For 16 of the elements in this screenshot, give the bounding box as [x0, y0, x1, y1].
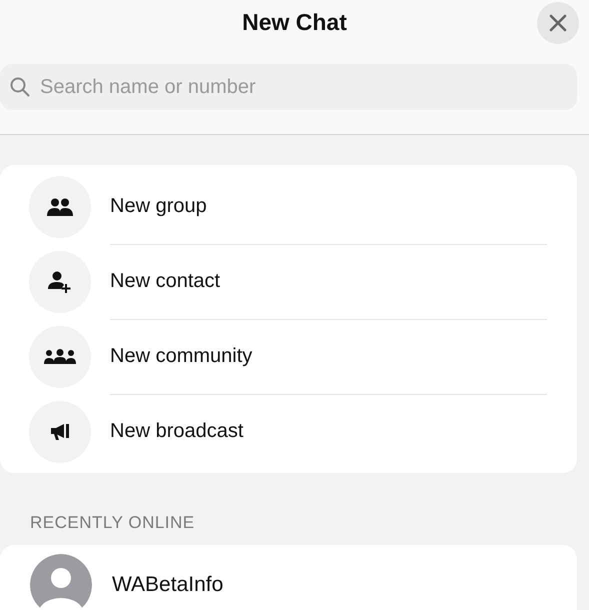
group-icon	[47, 198, 73, 216]
avatar-icon	[30, 554, 92, 610]
menu-item[interactable]: New contact	[110, 270, 220, 292]
search-field[interactable]: Search name or number	[0, 64, 577, 110]
contact-name: WABetaInfo	[112, 573, 224, 597]
contact-row[interactable]: WABetaInfo	[0, 545, 577, 610]
community-icon	[44, 348, 76, 364]
window-title: New Chat	[242, 8, 347, 36]
close-icon	[549, 14, 567, 32]
section-heading: RECENTLY ONLINE	[30, 513, 196, 533]
close-button[interactable]	[537, 2, 579, 44]
add-contact-icon	[48, 270, 72, 292]
menu-item[interactable]: New community	[110, 344, 252, 368]
menu-item[interactable]: New group	[110, 194, 207, 218]
menu-item[interactable]: New broadcast	[110, 420, 244, 443]
megaphone-icon	[50, 422, 70, 442]
